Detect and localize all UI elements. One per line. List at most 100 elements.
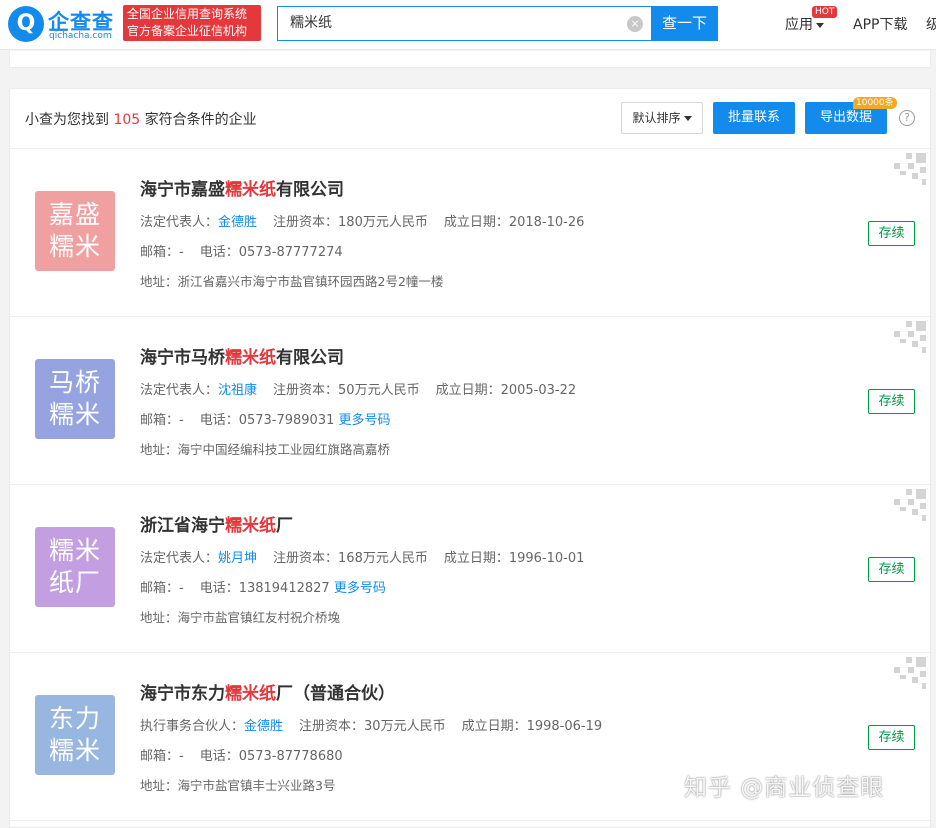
qr-code-icon[interactable] [894, 153, 926, 185]
status-badge: 存续 [868, 389, 915, 414]
company-info-row: 执行事务合伙人：金德胜 注册资本：30万元人民币 成立日期：1998-06-19 [140, 715, 602, 734]
more-phones-link[interactable]: 更多号码 [339, 413, 391, 428]
chevron-down-icon [683, 116, 692, 121]
avatar-line-1: 马桥 [48, 368, 101, 397]
company-contact-row: 邮箱：- 电话：13819412827 更多号码 [140, 577, 386, 596]
help-icon[interactable]: ? [899, 110, 915, 126]
top-header: Q 企查查 qichacha.com 全国企业信用查询系统 官方备案企业征信机构… [0, 0, 936, 50]
filter-strip [9, 51, 931, 68]
avatar-line-1: 东力 [48, 704, 101, 733]
company-name[interactable]: 海宁市东力糯米纸厂（普通合伙） [140, 679, 395, 704]
company-name[interactable]: 浙江省海宁糯米纸厂 [140, 511, 293, 536]
export-limit-badge: 10000条 [853, 97, 897, 109]
phone: 电话：0573-7989031 [199, 413, 335, 428]
rep-label: 法定代表人： [140, 383, 219, 398]
company-avatar: 糯米 纸厂 [35, 527, 115, 607]
company-name-highlight: 糯米纸 [225, 684, 276, 704]
bulk-contact-button[interactable]: 批量联系 [713, 102, 795, 134]
company-name-suffix: 有限公司 [276, 348, 344, 368]
avatar-line-2: 糯米 [48, 400, 101, 429]
qr-code-icon[interactable] [894, 657, 926, 689]
email: 邮箱：- [140, 581, 184, 596]
search-input[interactable]: 糯米纸 [290, 7, 332, 40]
site-logo[interactable]: Q 企查查 qichacha.com [8, 5, 120, 43]
sort-label: 默认排序 [632, 111, 681, 125]
established-date: 成立日期：1998-06-19 [461, 719, 603, 734]
company-name-prefix: 浙江省海宁 [140, 516, 225, 536]
hot-badge: HOT [812, 6, 838, 18]
qr-code-icon[interactable] [894, 321, 926, 353]
company-name[interactable]: 海宁市嘉盛糯米纸有限公司 [140, 175, 344, 200]
nav-more[interactable]: 级 [926, 14, 936, 34]
logo-domain: qichacha.com [49, 31, 112, 41]
company-name-highlight: 糯米纸 [225, 180, 276, 200]
sort-dropdown[interactable]: 默认排序 [621, 102, 703, 134]
email: 邮箱：- [140, 749, 184, 764]
established-date: 成立日期：1996-10-01 [443, 551, 585, 566]
registered-capital: 注册资本：168万元人民币 [273, 551, 428, 566]
legal-rep-link[interactable]: 沈祖康 [218, 383, 257, 398]
company-contact-row: 邮箱：- 电话：0573-7989031 更多号码 [140, 409, 391, 428]
company-avatar: 东力 糯米 [35, 695, 115, 775]
company-name-prefix: 海宁市东力 [140, 684, 225, 704]
established-date: 成立日期：2005-03-22 [435, 383, 577, 398]
company-name-prefix: 海宁市嘉盛 [140, 180, 225, 200]
nav-app-download[interactable]: APP下载 [853, 14, 907, 34]
rep-label: 执行事务合伙人： [140, 719, 245, 734]
results-toolbar: 小查为您找到 105 家符合条件的企业 默认排序 批量联系 导出数据 10000… [10, 89, 930, 149]
company-address: 地址：浙江省嘉兴市海宁市盐官镇环园西路2号2幢一楼 [140, 274, 444, 289]
avatar-line-2: 纸厂 [48, 568, 101, 597]
search-box[interactable]: 糯米纸 × [277, 6, 651, 41]
phone: 电话：0573-87778680 [199, 749, 343, 764]
company-info-row: 法定代表人：金德胜 注册资本：180万元人民币 成立日期：2018-10-26 [140, 211, 584, 230]
status-badge: 存续 [868, 221, 915, 246]
qr-code-icon[interactable] [894, 489, 926, 521]
clear-icon[interactable]: × [627, 16, 643, 32]
result-suffix: 家符合条件的企业 [140, 112, 257, 128]
avatar-line-2: 糯米 [48, 232, 101, 261]
company-name-suffix: 厂 [276, 516, 293, 536]
status-badge: 存续 [868, 725, 915, 750]
company-avatar: 嘉盛 糯米 [35, 191, 115, 271]
registered-capital: 注册资本：30万元人民币 [299, 719, 446, 734]
status-badge: 存续 [868, 557, 915, 582]
result-count: 105 [113, 112, 141, 128]
results-panel: 小查为您找到 105 家符合条件的企业 默认排序 批量联系 导出数据 10000… [9, 88, 931, 828]
chevron-down-icon [816, 22, 824, 28]
company-card[interactable]: 糯米 纸厂 浙江省海宁糯米纸厂 法定代表人：姚月坤 注册资本：168万元人民币 成立… [10, 485, 930, 653]
company-address: 地址：海宁市盐官镇丰士兴业路3号 [140, 778, 336, 793]
registered-capital: 注册资本：50万元人民币 [273, 383, 420, 398]
legal-rep-link[interactable]: 金德胜 [218, 215, 257, 230]
search-button[interactable]: 查一下 [651, 6, 718, 41]
company-contact-row: 邮箱：- 电话：0573-87777274 [140, 241, 343, 260]
legal-rep-link[interactable]: 金德胜 [244, 719, 283, 734]
company-avatar: 马桥 糯米 [35, 359, 115, 439]
company-card[interactable]: 马桥 糯米 海宁市马桥糯米纸有限公司 法定代表人：沈祖康 注册资本：50万元人民币… [10, 317, 930, 485]
legal-rep-link[interactable]: 姚月坤 [218, 551, 257, 566]
avatar-line-1: 嘉盛 [48, 200, 101, 229]
email: 邮箱：- [140, 245, 184, 260]
badge-line-1: 全国企业信用查询系统 [127, 7, 248, 21]
rep-label: 法定代表人： [140, 215, 219, 230]
company-address: 地址：海宁市盐官镇红友村祝介桥堍 [140, 610, 341, 625]
email: 邮箱：- [140, 413, 184, 428]
company-card[interactable]: 嘉盛 糯米 海宁市嘉盛糯米纸有限公司 法定代表人：金德胜 注册资本：180万元人民… [10, 149, 930, 317]
logo-icon: Q [8, 6, 44, 42]
company-name-suffix: 厂（普通合伙） [276, 684, 395, 704]
company-info-row: 法定代表人：沈祖康 注册资本：50万元人民币 成立日期：2005-03-22 [140, 379, 576, 398]
registered-capital: 注册资本：180万元人民币 [273, 215, 428, 230]
established-date: 成立日期：2018-10-26 [443, 215, 585, 230]
company-address: 地址：海宁中国经编科技工业园红旗路高嘉桥 [140, 442, 391, 457]
more-phones-link[interactable]: 更多号码 [334, 581, 386, 596]
phone: 电话：13819412827 [199, 581, 330, 596]
avatar-line-1: 糯米 [48, 536, 101, 565]
avatar-line-2: 糯米 [48, 736, 101, 765]
company-contact-row: 邮箱：- 电话：0573-87778680 [140, 745, 343, 764]
result-prefix: 小查为您找到 [25, 112, 114, 128]
company-info-row: 法定代表人：姚月坤 注册资本：168万元人民币 成立日期：1996-10-01 [140, 547, 584, 566]
nav-apps-label: 应用 [785, 17, 813, 33]
rep-label: 法定代表人： [140, 551, 219, 566]
company-name[interactable]: 海宁市马桥糯米纸有限公司 [140, 343, 344, 368]
official-badge: 全国企业信用查询系统 官方备案企业征信机构 [123, 5, 261, 41]
phone: 电话：0573-87777274 [199, 245, 343, 260]
